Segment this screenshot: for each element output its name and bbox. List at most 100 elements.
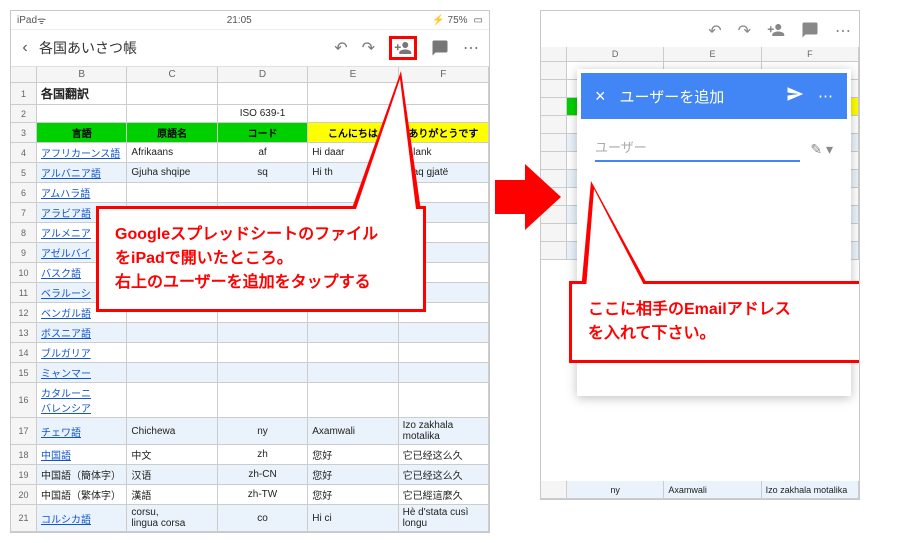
- dialog-header: × ユーザーを追加 ⋯: [581, 73, 847, 119]
- cell[interactable]: Afrikaans: [127, 143, 217, 162]
- comment-icon[interactable]: [431, 39, 449, 57]
- more-icon[interactable]: ⋯: [463, 38, 479, 58]
- redo-icon[interactable]: ↷: [362, 38, 375, 58]
- cell[interactable]: [218, 323, 308, 342]
- row-number[interactable]: 9: [11, 243, 37, 262]
- col-head[interactable]: C: [127, 67, 217, 82]
- cell[interactable]: [218, 363, 308, 382]
- cell[interactable]: ミャンマー: [37, 363, 127, 382]
- row-number[interactable]: 12: [11, 303, 37, 322]
- cell[interactable]: ny: [218, 418, 308, 444]
- cell[interactable]: 中国語（繁体字）: [37, 485, 127, 504]
- cell[interactable]: zh: [218, 445, 308, 464]
- cell[interactable]: Chichewa: [127, 418, 217, 444]
- cell[interactable]: [127, 363, 217, 382]
- more-icon[interactable]: ⋯: [835, 21, 851, 41]
- undo-icon[interactable]: ↶: [334, 38, 347, 58]
- cell[interactable]: 各国翻訳: [37, 83, 127, 104]
- cell[interactable]: 您好: [308, 465, 398, 484]
- send-icon[interactable]: [786, 85, 804, 107]
- cell[interactable]: [308, 323, 398, 342]
- cell[interactable]: カタルーニ バレンシア: [37, 383, 127, 417]
- cell[interactable]: [127, 343, 217, 362]
- cell[interactable]: 中文: [127, 445, 217, 464]
- add-user-icon[interactable]: [389, 36, 417, 60]
- comment-icon[interactable]: [801, 21, 819, 41]
- dialog-title: ユーザーを追加: [620, 86, 725, 107]
- row-number[interactable]: 15: [11, 363, 37, 382]
- cell[interactable]: ISO 639-1: [218, 105, 308, 122]
- cell[interactable]: コード: [218, 123, 308, 142]
- row-number[interactable]: 13: [11, 323, 37, 342]
- row-number[interactable]: 19: [11, 465, 37, 484]
- cell[interactable]: 原語名: [127, 123, 217, 142]
- cell[interactable]: ボスニア語: [37, 323, 127, 342]
- cell[interactable]: [218, 183, 308, 202]
- cell[interactable]: [399, 343, 489, 362]
- row-number[interactable]: 3: [11, 123, 37, 142]
- cell[interactable]: [127, 323, 217, 342]
- cell[interactable]: af: [218, 143, 308, 162]
- user-input[interactable]: ユーザー: [595, 137, 800, 162]
- col-head[interactable]: B: [37, 67, 127, 82]
- row-number[interactable]: 17: [11, 418, 37, 444]
- row-number[interactable]: 5: [11, 163, 37, 182]
- cell[interactable]: sq: [218, 163, 308, 182]
- cell[interactable]: [127, 183, 217, 202]
- cell[interactable]: 中国語: [37, 445, 127, 464]
- row-number[interactable]: 7: [11, 203, 37, 222]
- cell[interactable]: 您好: [308, 485, 398, 504]
- close-icon[interactable]: ×: [595, 86, 606, 107]
- cell[interactable]: co: [218, 505, 308, 531]
- row-number[interactable]: 16: [11, 383, 37, 417]
- cell[interactable]: アフリカーンス語: [37, 143, 127, 162]
- cell[interactable]: zh-CN: [218, 465, 308, 484]
- cell[interactable]: Axamwali: [308, 418, 398, 444]
- cell[interactable]: コルシカ語: [37, 505, 127, 531]
- cell[interactable]: [399, 363, 489, 382]
- cell[interactable]: zh-TW: [218, 485, 308, 504]
- row-number[interactable]: 21: [11, 505, 37, 531]
- edit-permission-icon[interactable]: ✎ ▾: [810, 141, 833, 158]
- cell[interactable]: 它已经这么久: [399, 465, 489, 484]
- cell[interactable]: 汉语: [127, 465, 217, 484]
- row-number[interactable]: 1: [11, 83, 37, 104]
- cell[interactable]: [399, 323, 489, 342]
- cell[interactable]: 中国語（簡体字）: [37, 465, 127, 484]
- row-number[interactable]: 11: [11, 283, 37, 302]
- cell[interactable]: 言語: [37, 123, 127, 142]
- cell[interactable]: 它已經這麼久: [399, 485, 489, 504]
- cell[interactable]: アルバニア語: [37, 163, 127, 182]
- cell[interactable]: チェワ語: [37, 418, 127, 444]
- cell[interactable]: Hè d'stata cusì longu: [399, 505, 489, 531]
- cell[interactable]: [308, 363, 398, 382]
- cell[interactable]: Gjuha shqipe: [127, 163, 217, 182]
- row-number[interactable]: 4: [11, 143, 37, 162]
- row-number[interactable]: 8: [11, 223, 37, 242]
- add-user-icon[interactable]: [767, 21, 785, 41]
- cell[interactable]: [308, 343, 398, 362]
- undo-icon[interactable]: ↶: [708, 21, 721, 41]
- table-row: 21コルシカ語corsu, lingua corsacoHi ciHè d'st…: [11, 505, 489, 532]
- row-number[interactable]: 20: [11, 485, 37, 504]
- table-row: 17チェワ語ChichewanyAxamwaliIzo zakhala mota…: [11, 418, 489, 445]
- cell[interactable]: Izo zakhala motalika: [399, 418, 489, 444]
- cell[interactable]: 您好: [308, 445, 398, 464]
- row-number[interactable]: 14: [11, 343, 37, 362]
- col-head[interactable]: D: [218, 67, 308, 82]
- row-number[interactable]: 10: [11, 263, 37, 282]
- cell[interactable]: Hi ci: [308, 505, 398, 531]
- cell[interactable]: [218, 343, 308, 362]
- redo-icon[interactable]: ↷: [738, 21, 751, 41]
- row-number[interactable]: 2: [11, 105, 37, 122]
- cell[interactable]: アムハラ語: [37, 183, 127, 202]
- row-number[interactable]: 18: [11, 445, 37, 464]
- more-icon[interactable]: ⋯: [818, 87, 833, 105]
- cell[interactable]: corsu, lingua corsa: [127, 505, 217, 531]
- table-row: 20中国語（繁体字）漢語zh-TW您好它已經這麼久: [11, 485, 489, 505]
- cell[interactable]: 漢語: [127, 485, 217, 504]
- back-icon[interactable]: ‹: [15, 39, 35, 57]
- cell[interactable]: 它已经这么久: [399, 445, 489, 464]
- row-number[interactable]: 6: [11, 183, 37, 202]
- cell[interactable]: ブルガリア: [37, 343, 127, 362]
